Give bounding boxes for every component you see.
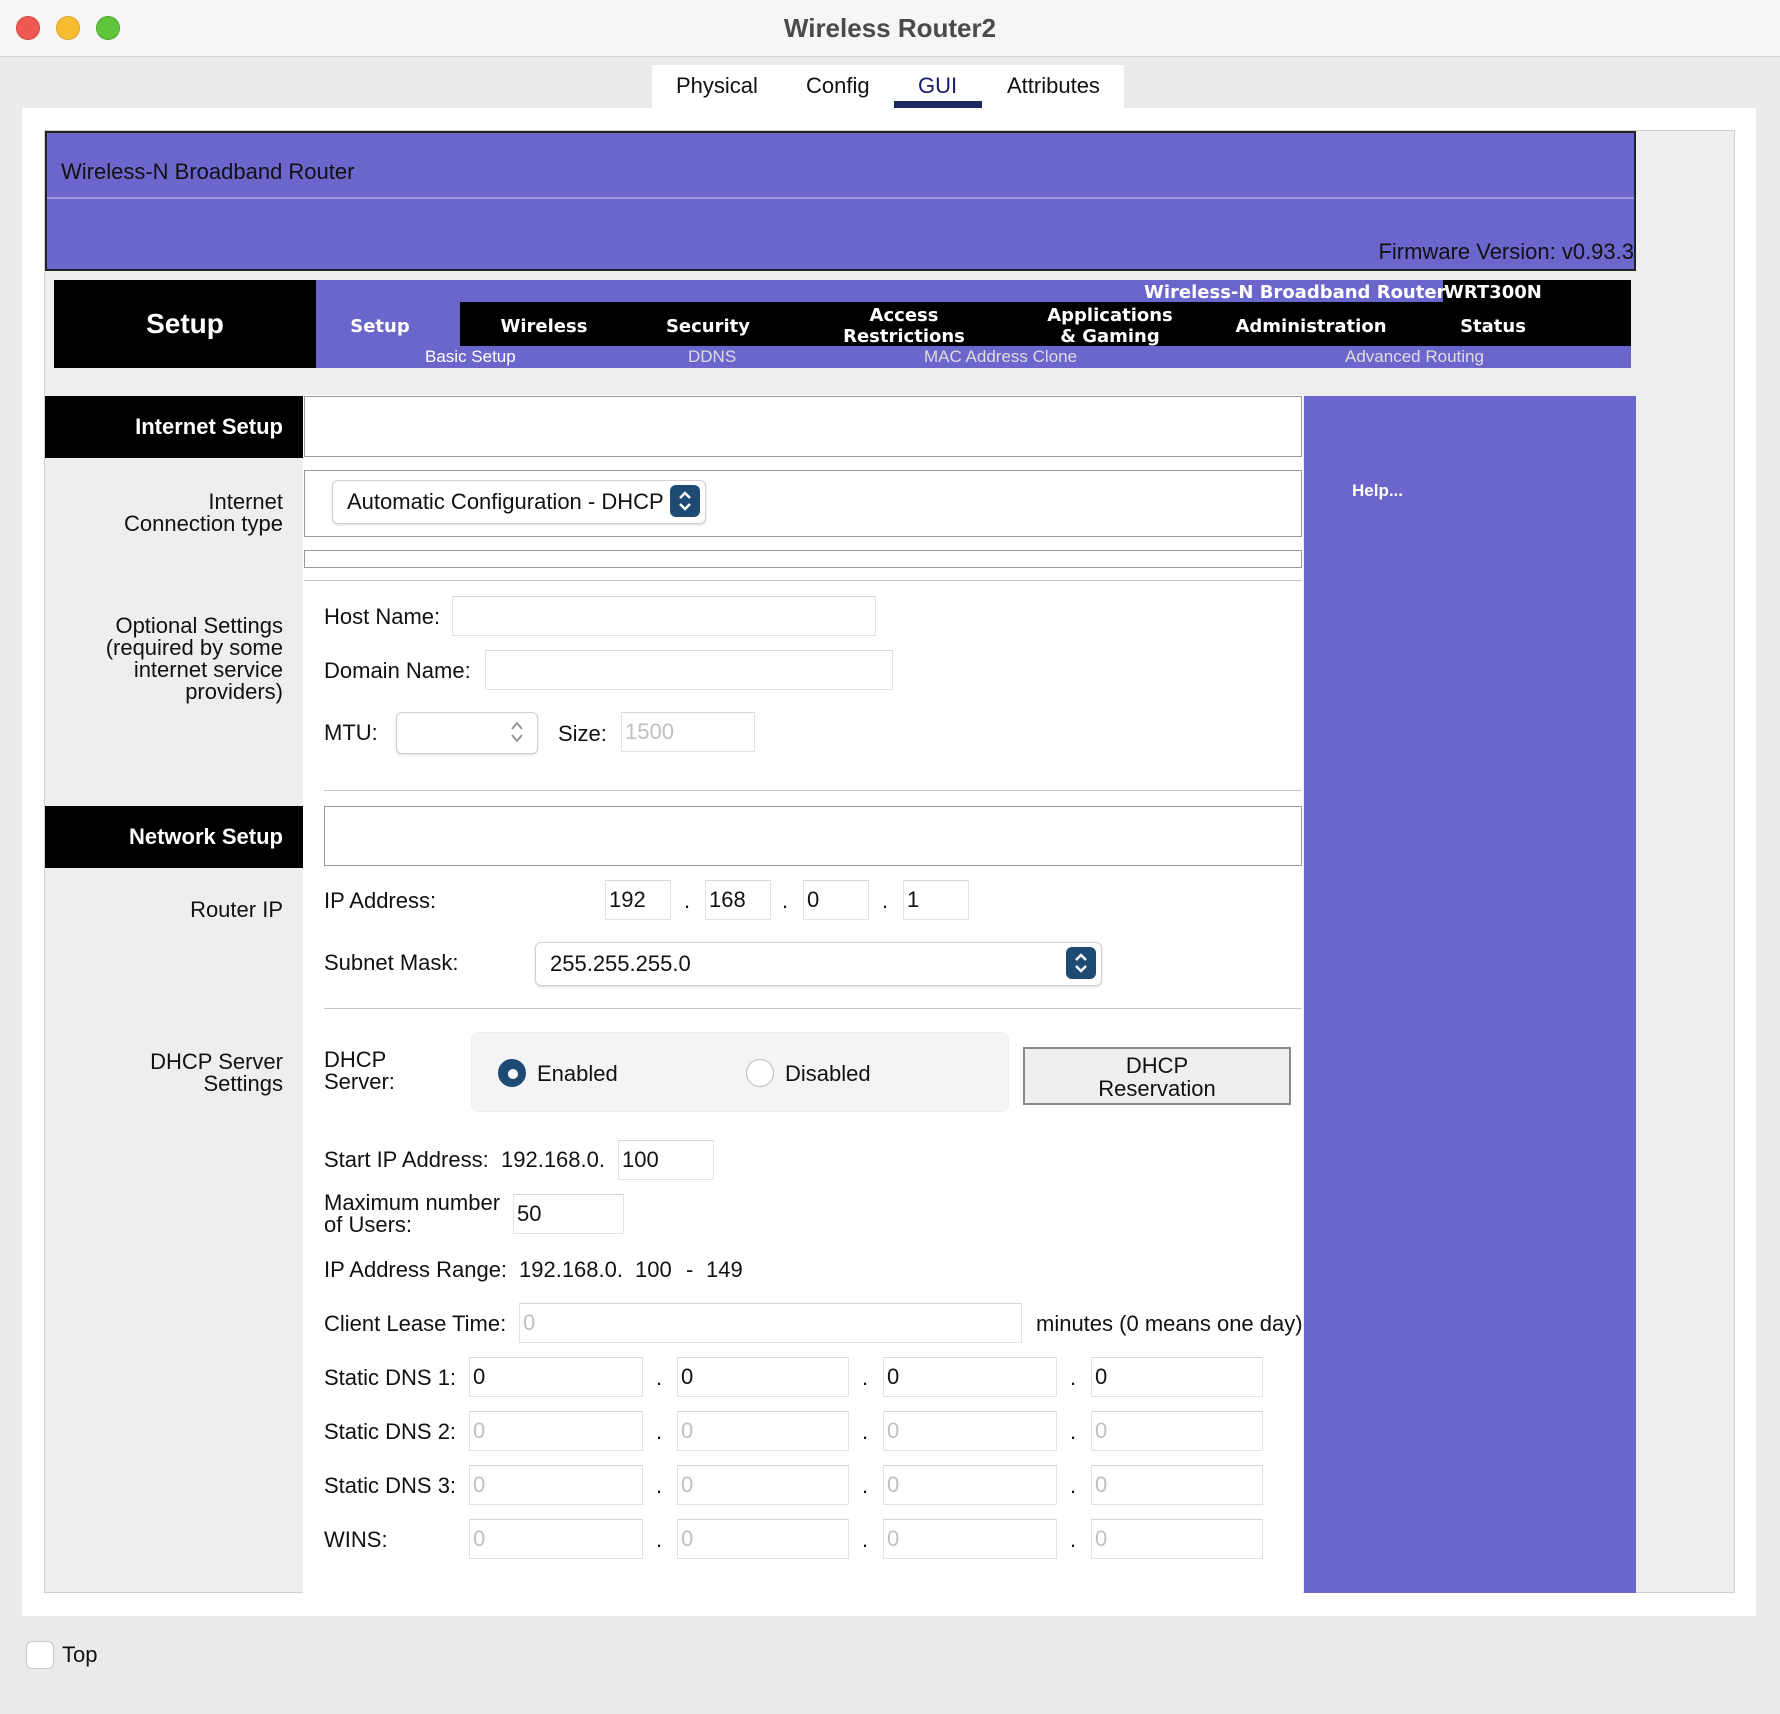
- size-label: Size:: [558, 721, 607, 746]
- wins-octet-4[interactable]: 0: [1091, 1519, 1263, 1559]
- lease-time-label: Client Lease Time:: [324, 1311, 507, 1336]
- dhcp-server-label: DHCP Server:: [324, 1047, 395, 1094]
- dns2-octet-2[interactable]: 0: [677, 1411, 849, 1451]
- chevron-updown-icon[interactable]: [1066, 947, 1096, 979]
- nav-brand: Wireless-N Broadband Router: [1144, 282, 1446, 303]
- wins-octet-3[interactable]: 0: [883, 1519, 1057, 1559]
- lease-time-suffix: minutes (0 means one day): [1036, 1311, 1303, 1336]
- host-name-input[interactable]: [452, 596, 876, 636]
- tab-attributes[interactable]: Attributes: [1007, 73, 1100, 99]
- start-ip-prefix: 192.168.0.: [501, 1147, 605, 1172]
- wins-label: WINS:: [324, 1527, 388, 1552]
- size-input[interactable]: 1500: [621, 712, 755, 752]
- router-nav: Setup Wireless-N Broadband Router WRT300…: [54, 280, 1631, 368]
- dns3-octet-1[interactable]: 0: [469, 1465, 643, 1505]
- start-ip-label: Start IP Address:: [324, 1147, 489, 1172]
- dns2-octet-3[interactable]: 0: [883, 1411, 1057, 1451]
- dhcp-settings-label: DHCP Server Settings: [150, 1049, 283, 1096]
- wins-octet-2[interactable]: 0: [677, 1519, 849, 1559]
- dns1-octet-4[interactable]: 0: [1091, 1357, 1263, 1397]
- dns1-label: Static DNS 1:: [324, 1365, 457, 1390]
- firmware-version: Firmware Version: v0.93.3: [1378, 239, 1634, 264]
- optional-settings-label: Optional Settings (required by some inte…: [105, 613, 283, 704]
- mtu-label: MTU:: [324, 720, 378, 745]
- nav-administration[interactable]: Administration: [1216, 316, 1406, 337]
- tab-gui[interactable]: GUI: [918, 73, 957, 99]
- ip-octet-2[interactable]: 168: [705, 880, 771, 920]
- network-setup-heading: Network Setup: [45, 806, 303, 868]
- dhcp-disabled-radio[interactable]: [746, 1059, 774, 1087]
- max-users-label: Maximum number of Users:: [324, 1190, 501, 1237]
- subnet-mask-label: Subnet Mask:: [324, 950, 459, 975]
- chevron-updown-icon[interactable]: [670, 485, 700, 517]
- dns2-octet-1[interactable]: 0: [469, 1411, 643, 1451]
- dhcp-server-radio-group: Enabled Disabled: [471, 1032, 1009, 1112]
- wins-octet-1[interactable]: 0: [469, 1519, 643, 1559]
- active-tab-indicator: [894, 101, 982, 108]
- ip-range-start: 100: [635, 1257, 672, 1282]
- title-bar: Wireless Router2: [0, 0, 1780, 57]
- subnav-advanced-routing[interactable]: Advanced Routing: [1345, 347, 1484, 367]
- domain-name-input[interactable]: [485, 650, 893, 690]
- nav-setup[interactable]: Setup: [320, 316, 440, 337]
- nav-applications-gaming[interactable]: Applications & Gaming: [1020, 305, 1200, 347]
- internet-setup-heading: Internet Setup: [45, 396, 303, 458]
- nav-model: WRT300N: [1444, 282, 1542, 303]
- help-link[interactable]: Help...: [1352, 481, 1403, 501]
- domain-name-label: Domain Name:: [324, 658, 471, 683]
- nav-wireless[interactable]: Wireless: [484, 316, 604, 337]
- dns3-octet-3[interactable]: 0: [883, 1465, 1057, 1505]
- router-banner: Wireless-N Broadband Router Firmware Ver…: [45, 131, 1636, 271]
- dns3-octet-2[interactable]: 0: [677, 1465, 849, 1505]
- ip-address-label: IP Address:: [324, 888, 437, 913]
- max-users-input[interactable]: 50: [513, 1194, 624, 1234]
- dhcp-disabled-label[interactable]: Disabled: [785, 1061, 871, 1087]
- ip-range-label: IP Address Range:: [324, 1257, 508, 1282]
- subnav-ddns[interactable]: DDNS: [688, 347, 736, 367]
- dns3-label: Static DNS 3:: [324, 1473, 457, 1498]
- connection-type-label: Internet Connection type: [124, 489, 283, 536]
- top-checkbox[interactable]: [26, 1641, 54, 1669]
- ip-octet-3[interactable]: 0: [803, 880, 869, 920]
- ip-range-separator: -: [686, 1257, 694, 1282]
- ip-range-prefix: 192.168.0.: [519, 1257, 623, 1282]
- ip-range-end: 149: [706, 1257, 743, 1282]
- ip-octet-1[interactable]: 192: [605, 880, 671, 920]
- dns2-octet-4[interactable]: 0: [1091, 1411, 1263, 1451]
- dns3-octet-4[interactable]: 0: [1091, 1465, 1263, 1505]
- dhcp-reservation-button[interactable]: DHCP Reservation: [1023, 1047, 1291, 1105]
- help-panel: Help...: [1304, 396, 1636, 1593]
- chevron-updown-icon: [508, 718, 526, 751]
- subnet-mask-select[interactable]: 255.255.255.0: [535, 942, 1102, 986]
- connection-type-select[interactable]: Automatic Configuration - DHCP: [332, 480, 706, 524]
- ip-octet-4[interactable]: 1: [903, 880, 969, 920]
- window-title: Wireless Router2: [783, 13, 997, 43]
- dhcp-enabled-radio[interactable]: [498, 1059, 526, 1087]
- nav-status[interactable]: Status: [1433, 316, 1553, 337]
- banner-brand: Wireless-N Broadband Router: [61, 159, 355, 184]
- nav-security[interactable]: Security: [648, 316, 768, 337]
- lease-time-input[interactable]: 0: [519, 1303, 1022, 1343]
- subnav-mac-address-clone[interactable]: MAC Address Clone: [924, 347, 1077, 367]
- top-checkbox-label[interactable]: Top: [62, 1642, 97, 1668]
- nav-access-restrictions[interactable]: Access Restrictions: [814, 305, 994, 347]
- section-title: Setup: [54, 280, 316, 368]
- tab-config[interactable]: Config: [806, 73, 870, 99]
- device-tabs: Physical Config GUI Attributes: [652, 65, 1124, 108]
- dhcp-enabled-label[interactable]: Enabled: [537, 1061, 618, 1087]
- host-name-label: Host Name:: [324, 604, 441, 629]
- dns1-octet-1[interactable]: 0: [469, 1357, 643, 1397]
- dns1-octet-3[interactable]: 0: [883, 1357, 1057, 1397]
- dns1-octet-2[interactable]: 0: [677, 1357, 849, 1397]
- dns2-label: Static DNS 2:: [324, 1419, 457, 1444]
- tab-physical[interactable]: Physical: [676, 73, 758, 99]
- start-ip-input[interactable]: 100: [618, 1140, 714, 1180]
- subnav-basic-setup[interactable]: Basic Setup: [425, 347, 516, 367]
- router-ip-label: Router IP: [190, 897, 283, 922]
